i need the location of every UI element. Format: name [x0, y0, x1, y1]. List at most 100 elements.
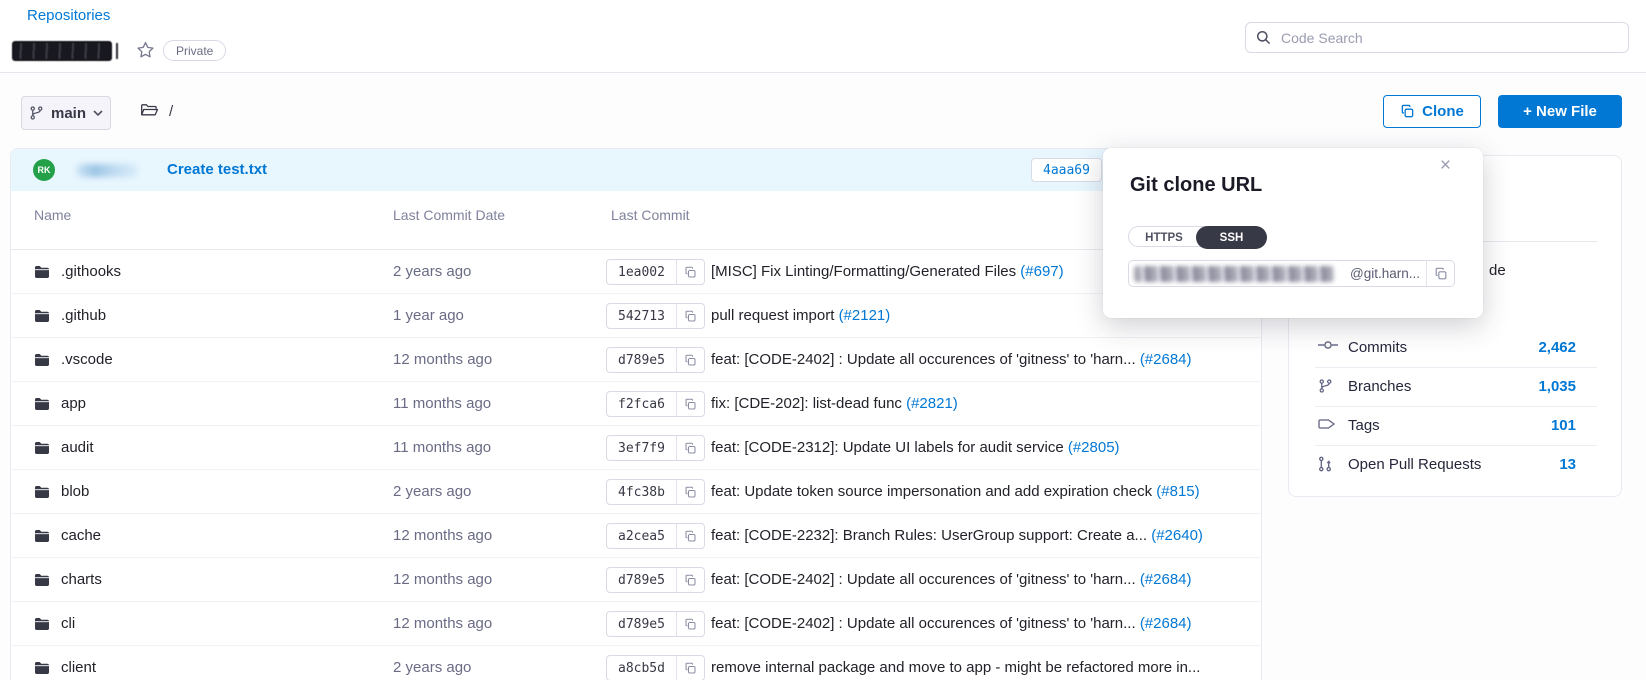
- stat-row[interactable]: Tags 101: [1315, 407, 1597, 446]
- pr-link[interactable]: (#2684): [1140, 571, 1192, 588]
- copy-sha-button[interactable]: [676, 348, 704, 372]
- table-row[interactable]: app 11 months ago f2fca6 fix: [CDE-202]:…: [11, 382, 1261, 426]
- commit-sha: 542713: [607, 309, 676, 324]
- table-row[interactable]: cache 12 months ago a2cea5 feat: [CODE-2…: [11, 514, 1261, 558]
- table-header: Name Last Commit Date Last Commit: [11, 191, 1261, 250]
- folder-icon: [34, 617, 50, 631]
- pr-link[interactable]: (#2821): [906, 395, 958, 412]
- file-browser-card: RK Create test.txt 4aaa69 Name Last Comm…: [10, 148, 1262, 680]
- pr-link[interactable]: (#2121): [839, 307, 891, 324]
- copy-sha-button[interactable]: [676, 656, 704, 680]
- latest-commit-message-link[interactable]: Create test.txt: [167, 161, 267, 178]
- table-row[interactable]: blob 2 years ago 4fc38b feat: Update tok…: [11, 470, 1261, 514]
- folder-icon: [34, 573, 50, 587]
- close-icon[interactable]: ×: [1440, 156, 1451, 175]
- protocol-toggle: HTTPS SSH: [1128, 226, 1266, 247]
- commit-sha: 4fc38b: [607, 485, 676, 500]
- star-icon[interactable]: [136, 41, 155, 59]
- copy-sha-button[interactable]: [676, 480, 704, 504]
- code-search-box[interactable]: [1245, 22, 1629, 53]
- table-row[interactable]: client 2 years ago a8cb5d remove interna…: [11, 646, 1261, 680]
- copy-url-button[interactable]: [1426, 261, 1454, 286]
- visibility-badge: Private: [163, 40, 226, 61]
- table-row[interactable]: audit 11 months ago 3ef7f9 feat: [CODE-2…: [11, 426, 1261, 470]
- folder-icon: [34, 529, 50, 543]
- popover-title: Git clone URL: [1130, 174, 1262, 197]
- stat-value: 13: [1559, 456, 1576, 473]
- table-row[interactable]: .githooks 2 years ago 1ea002 [MISC] Fix …: [11, 250, 1261, 294]
- stat-value: 2,462: [1538, 339, 1576, 356]
- stat-row[interactable]: Open Pull Requests 13: [1315, 446, 1597, 485]
- table-row[interactable]: charts 12 months ago d789e5 feat: [CODE-…: [11, 558, 1261, 602]
- search-input[interactable]: [1279, 29, 1618, 47]
- commit-sha: a8cb5d: [607, 661, 676, 676]
- column-header-last-commit-date: Last Commit Date: [393, 207, 505, 223]
- commit-message: feat: [CODE-2402] : Update all occurence…: [711, 351, 1192, 368]
- copy-sha-button[interactable]: [676, 392, 704, 416]
- pr-link[interactable]: (#2805): [1068, 439, 1120, 456]
- commit-message-text: feat: [CODE-2402] : Update all occurence…: [711, 615, 1140, 632]
- clone-url-field[interactable]: @git.harn...: [1128, 260, 1455, 287]
- table-row[interactable]: cli 12 months ago d789e5 feat: [CODE-240…: [11, 602, 1261, 646]
- folder-name: charts: [61, 571, 102, 588]
- commit-date: 2 years ago: [393, 263, 471, 280]
- clone-url-blurred: [1134, 266, 1334, 282]
- folder-icon: [34, 661, 50, 675]
- toggle-option-https[interactable]: HTTPS: [1129, 227, 1199, 248]
- pr-link[interactable]: (#2684): [1140, 615, 1192, 632]
- toggle-option-ssh[interactable]: SSH: [1196, 226, 1267, 249]
- sha-chip: d789e5: [606, 347, 705, 373]
- folder-name: app: [61, 395, 86, 412]
- copy-sha-button[interactable]: [676, 612, 704, 636]
- branch-selector[interactable]: main: [21, 96, 111, 130]
- folder-name: .githooks: [61, 263, 121, 280]
- table-row[interactable]: .vscode 12 months ago d789e5 feat: [CODE…: [11, 338, 1261, 382]
- commit-sha: d789e5: [607, 353, 676, 368]
- commit-icon: [1318, 339, 1338, 351]
- commit-date: 11 months ago: [393, 395, 491, 412]
- repo-name-redacted-mark: [116, 43, 118, 59]
- branch-icon: [29, 105, 44, 121]
- commit-date: 2 years ago: [393, 659, 471, 676]
- clone-button[interactable]: Clone: [1383, 95, 1481, 128]
- branch-name: main: [51, 105, 86, 122]
- pr-link[interactable]: (#2640): [1151, 527, 1203, 544]
- copy-sha-button[interactable]: [676, 436, 704, 460]
- stat-row[interactable]: Commits 2,462: [1315, 329, 1597, 368]
- pr-link[interactable]: (#2684): [1140, 351, 1192, 368]
- folder-icon: [34, 485, 50, 499]
- latest-commit-bar: RK Create test.txt 4aaa69: [11, 149, 1261, 191]
- breadcrumb[interactable]: Repositories: [27, 7, 110, 24]
- commit-message-text: remove internal package and move to app …: [711, 659, 1200, 676]
- sha-chip: 542713: [606, 303, 705, 329]
- pull-request-icon: [1318, 456, 1332, 472]
- path-separator: /: [169, 103, 173, 120]
- folder-name: cli: [61, 615, 75, 632]
- table-row[interactable]: .github 1 year ago 542713 pull request i…: [11, 294, 1261, 338]
- folder-name: client: [61, 659, 96, 676]
- new-file-button[interactable]: + New File: [1498, 95, 1622, 128]
- tag-icon: [1318, 417, 1336, 431]
- stat-label: Branches: [1348, 378, 1411, 395]
- stat-row[interactable]: Branches 1,035: [1315, 368, 1597, 407]
- commit-date: 12 months ago: [393, 351, 492, 368]
- sha-chip: f2fca6: [606, 391, 705, 417]
- avatar: RK: [33, 159, 55, 181]
- commit-message: feat: [CODE-2402] : Update all occurence…: [711, 615, 1192, 632]
- copy-sha-button[interactable]: [676, 524, 704, 548]
- commit-sha: d789e5: [607, 617, 676, 632]
- commit-date: 2 years ago: [393, 483, 471, 500]
- pr-link[interactable]: (#815): [1156, 483, 1199, 500]
- pr-link[interactable]: (#697): [1020, 263, 1063, 280]
- copy-sha-button[interactable]: [676, 304, 704, 328]
- copy-sha-button[interactable]: [676, 260, 704, 284]
- chevron-down-icon: [93, 110, 103, 116]
- sha-chip: 4fc38b: [606, 479, 705, 505]
- commit-message-text: feat: [CODE-2402] : Update all occurence…: [711, 571, 1140, 588]
- copy-sha-button[interactable]: [676, 568, 704, 592]
- search-icon: [1256, 30, 1271, 45]
- latest-commit-sha-chip[interactable]: 4aaa69: [1031, 158, 1102, 182]
- folder-icon: [34, 397, 50, 411]
- commit-message: feat: Update token source impersonation …: [711, 483, 1200, 500]
- sha-chip: a8cb5d: [606, 655, 705, 680]
